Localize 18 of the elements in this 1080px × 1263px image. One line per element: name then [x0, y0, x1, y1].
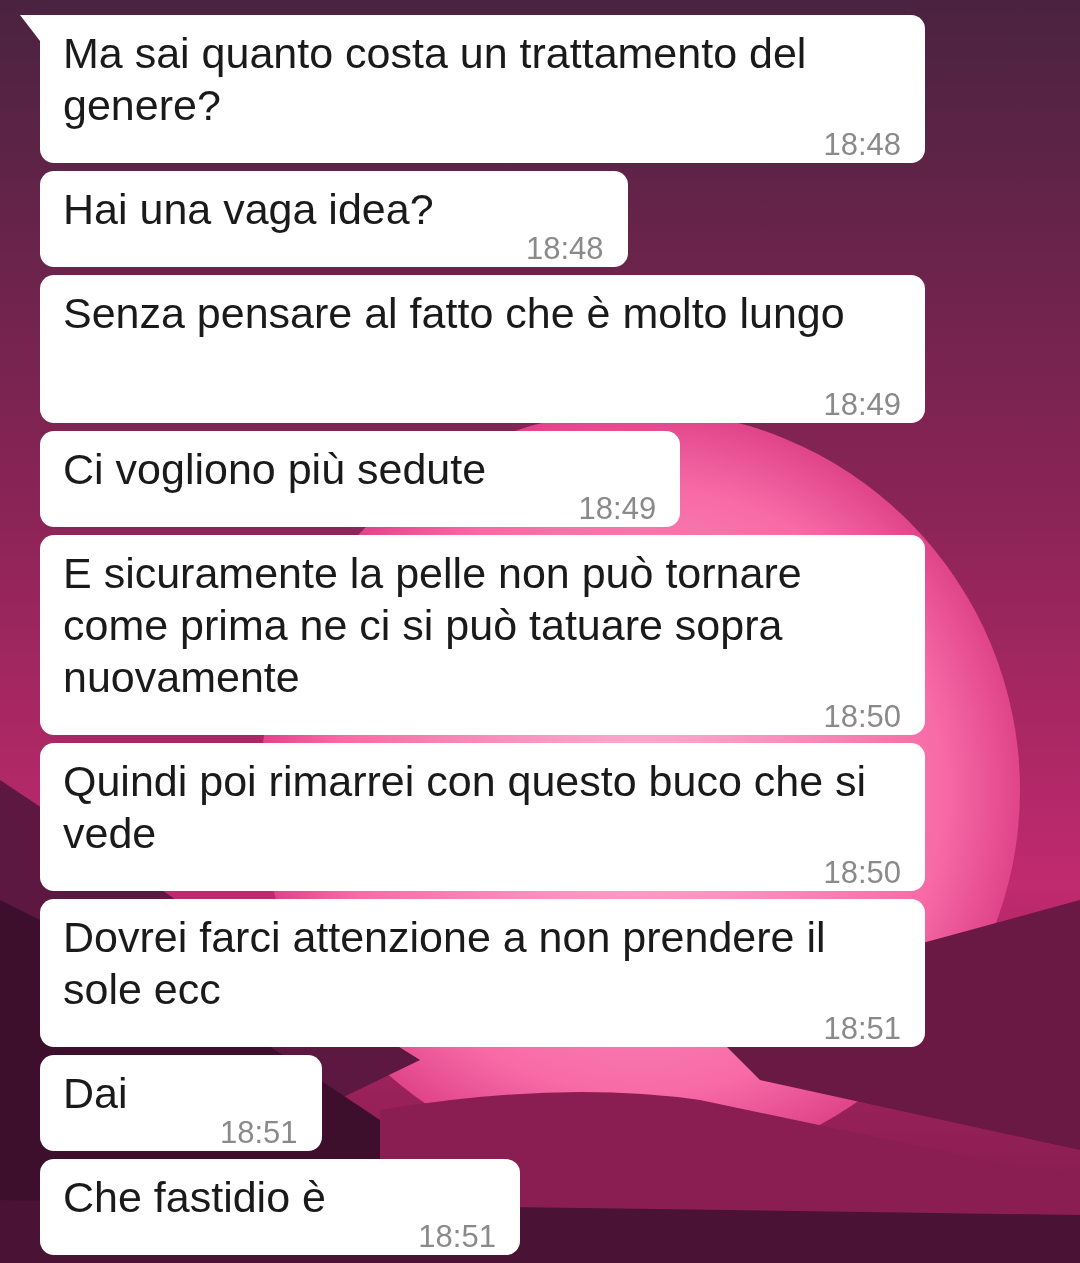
message-text: Dai	[63, 1069, 128, 1117]
message-text: E sicuramente la pelle non può tornare come prima ne ci si può tatuare sopra nuovamente	[63, 549, 802, 701]
message-time: 18:49	[578, 495, 657, 523]
message-text: Che fastidio è	[63, 1173, 326, 1221]
message-text: Quindi poi rimarrei con questo buco che si vede	[63, 757, 867, 857]
message-time: 18:48	[823, 131, 901, 159]
message-text: Senza pensare al fatto che è molto lungo	[63, 289, 845, 337]
message-text: Ci vogliono più sedute	[63, 445, 487, 493]
message-text: Ma sai quanto costa un trattamento del genere?	[63, 29, 807, 129]
message-text: Dovrei farci attenzione a non prendere il sole ecc	[63, 913, 826, 1013]
message-time: 18:51	[219, 1119, 298, 1147]
message-text: Hai una vaga idea?	[63, 185, 434, 233]
message-time: 18:50	[823, 703, 901, 731]
message-time: 18:49	[823, 391, 901, 419]
message-time: 18:51	[418, 1223, 496, 1251]
message-time: 18:51	[823, 1015, 901, 1043]
message-time: 18:50	[823, 859, 901, 887]
message-time: 18:48	[526, 235, 604, 263]
